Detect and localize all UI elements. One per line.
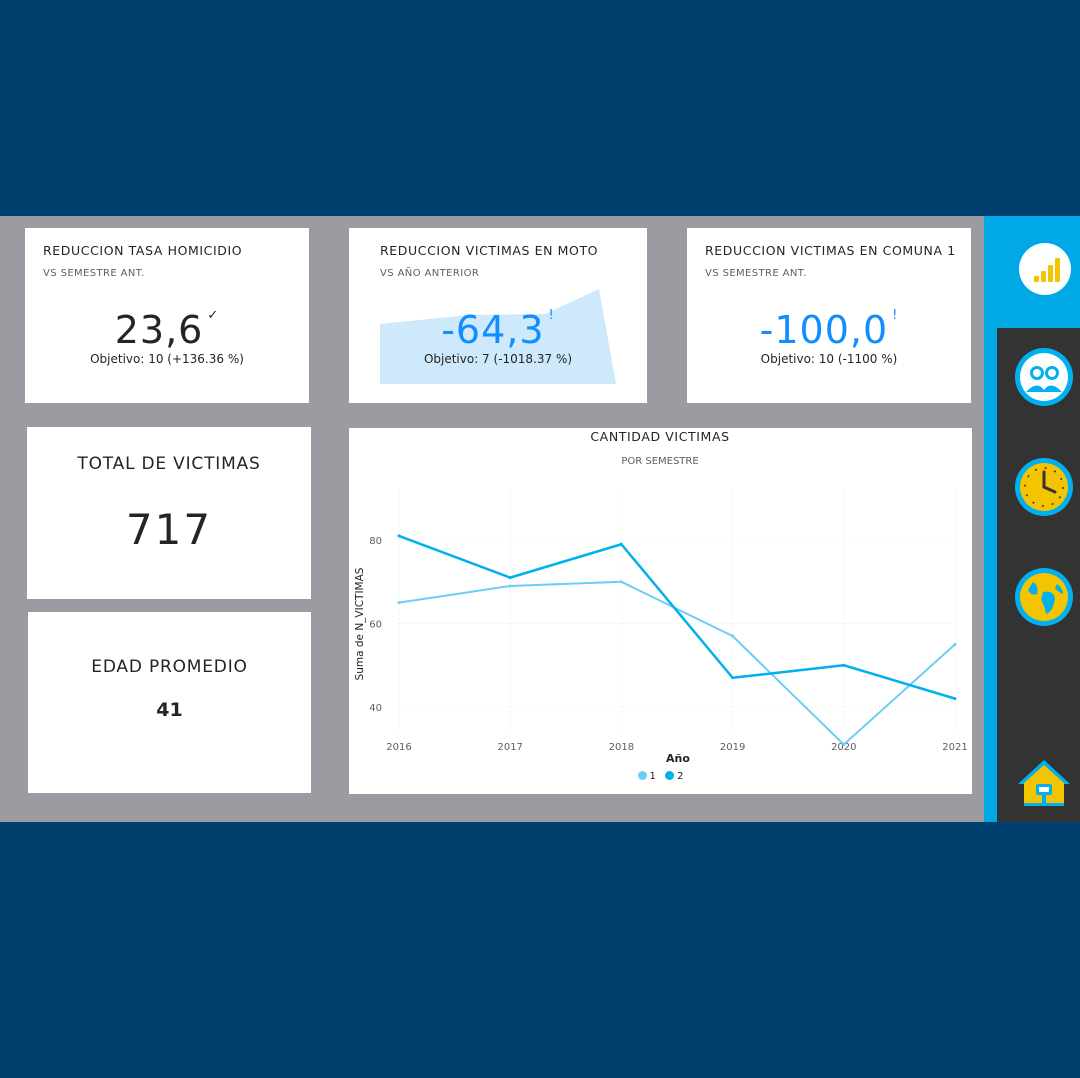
alert-icon: ! xyxy=(548,308,555,323)
x-tick-label: 2019 xyxy=(720,742,745,753)
line-chart: CANTIDAD VICTIMAS POR SEMESTRE 40 60 80 201… xyxy=(354,429,968,765)
legend-dot xyxy=(665,771,675,780)
total-victimas-title: TOTAL DE VICTIMAS xyxy=(77,454,261,474)
data-point[interactable] xyxy=(731,676,735,680)
x-tick-label: 2017 xyxy=(497,742,522,753)
chart-legend: 1 2 xyxy=(349,771,972,782)
series-line-2[interactable] xyxy=(398,534,956,700)
y-tick-label: 60 xyxy=(369,620,382,631)
data-point[interactable] xyxy=(508,576,512,580)
series-line-1[interactable] xyxy=(398,580,956,746)
kpi-title: REDUCCION VICTIMAS EN MOTO xyxy=(380,243,599,258)
home-icon[interactable] xyxy=(1013,752,1075,814)
kpi-goal: Objetivo: 7 (-1018.37 %) xyxy=(423,352,573,366)
y-tick-label: 40 xyxy=(369,703,382,714)
reports-icon[interactable] xyxy=(1014,238,1076,300)
total-victimas-card: TOTAL DE VICTIMAS 717 xyxy=(27,427,311,599)
checkmark-icon: ✓ xyxy=(207,308,220,323)
x-tick-label: 2016 xyxy=(386,742,411,753)
x-tick-label: 2018 xyxy=(609,742,634,753)
kpi-value: -64,3! xyxy=(349,308,647,352)
alert-icon: ! xyxy=(892,308,899,323)
data-point[interactable] xyxy=(397,534,401,538)
kpi-value: -100,0! xyxy=(687,308,971,352)
people-icon[interactable] xyxy=(1013,346,1075,408)
kpi-value-number: -100,0 xyxy=(759,308,889,352)
kpi-goal: Objetivo: 10 (-1100 %) xyxy=(760,352,898,366)
edad-promedio-value: 41 xyxy=(156,699,183,721)
chart-xlabel: Año xyxy=(666,752,690,765)
kpi-title: REDUCCION TASA HOMICIDIO xyxy=(43,243,243,258)
kpi-card-moto: REDUCCION VICTIMAS EN MOTO VS AÑO ANTERI… xyxy=(349,228,647,403)
dashboard-canvas: REDUCCION TASA HOMICIDIO VS SEMESTRE ANT… xyxy=(0,216,1080,822)
legend-label: 1 xyxy=(649,771,656,782)
data-point[interactable] xyxy=(842,663,846,667)
chart-subtitle: POR SEMESTRE xyxy=(621,456,698,467)
kpi-value: 23,6 ✓ xyxy=(25,308,309,352)
chart-ylabel: Suma de N_VICTIMAS xyxy=(354,567,366,680)
kpi-card-comuna: REDUCCION VICTIMAS EN COMUNA 1 VS SEMEST… xyxy=(687,228,971,403)
edad-promedio-title: EDAD PROMEDIO xyxy=(91,657,248,677)
cantidad-victimas-chart: CANTIDAD VICTIMAS POR SEMESTRE 40 60 80 201… xyxy=(349,428,972,794)
kpi-subtitle: VS AÑO ANTERIOR xyxy=(380,268,480,279)
data-point[interactable] xyxy=(953,697,957,701)
data-point[interactable] xyxy=(731,634,735,638)
clock-icon[interactable] xyxy=(1013,456,1075,518)
x-tick-label: 2021 xyxy=(942,742,967,753)
kpi-goal: Objetivo: 10 (+136.36 %) xyxy=(90,352,244,366)
data-point[interactable] xyxy=(508,584,512,588)
kpi-value-number: -64,3 xyxy=(441,308,545,352)
legend-item-1[interactable]: 1 xyxy=(637,771,656,782)
kpi-subtitle: VS SEMESTRE ANT. xyxy=(705,268,807,279)
kpi-value-number: 23,6 xyxy=(114,308,204,352)
data-point[interactable] xyxy=(953,642,957,646)
kpi-subtitle: VS SEMESTRE ANT. xyxy=(43,268,145,279)
data-point[interactable] xyxy=(842,743,846,747)
y-tick-label: 80 xyxy=(369,536,382,547)
legend-item-2[interactable]: 2 xyxy=(665,771,683,782)
data-point[interactable] xyxy=(619,542,623,546)
edad-promedio-card: EDAD PROMEDIO 41 xyxy=(28,612,311,793)
legend-label: 2 xyxy=(677,771,684,782)
legend-dot xyxy=(637,771,647,780)
globe-icon[interactable] xyxy=(1013,566,1075,628)
data-point[interactable] xyxy=(397,601,401,605)
chart-title: CANTIDAD VICTIMAS xyxy=(590,429,729,444)
total-victimas-value: 717 xyxy=(125,505,213,554)
data-point[interactable] xyxy=(619,580,623,584)
kpi-title: REDUCCION VICTIMAS EN COMUNA 1 xyxy=(705,243,956,258)
kpi-card-homicidio: REDUCCION TASA HOMICIDIO VS SEMESTRE ANT… xyxy=(25,228,309,403)
